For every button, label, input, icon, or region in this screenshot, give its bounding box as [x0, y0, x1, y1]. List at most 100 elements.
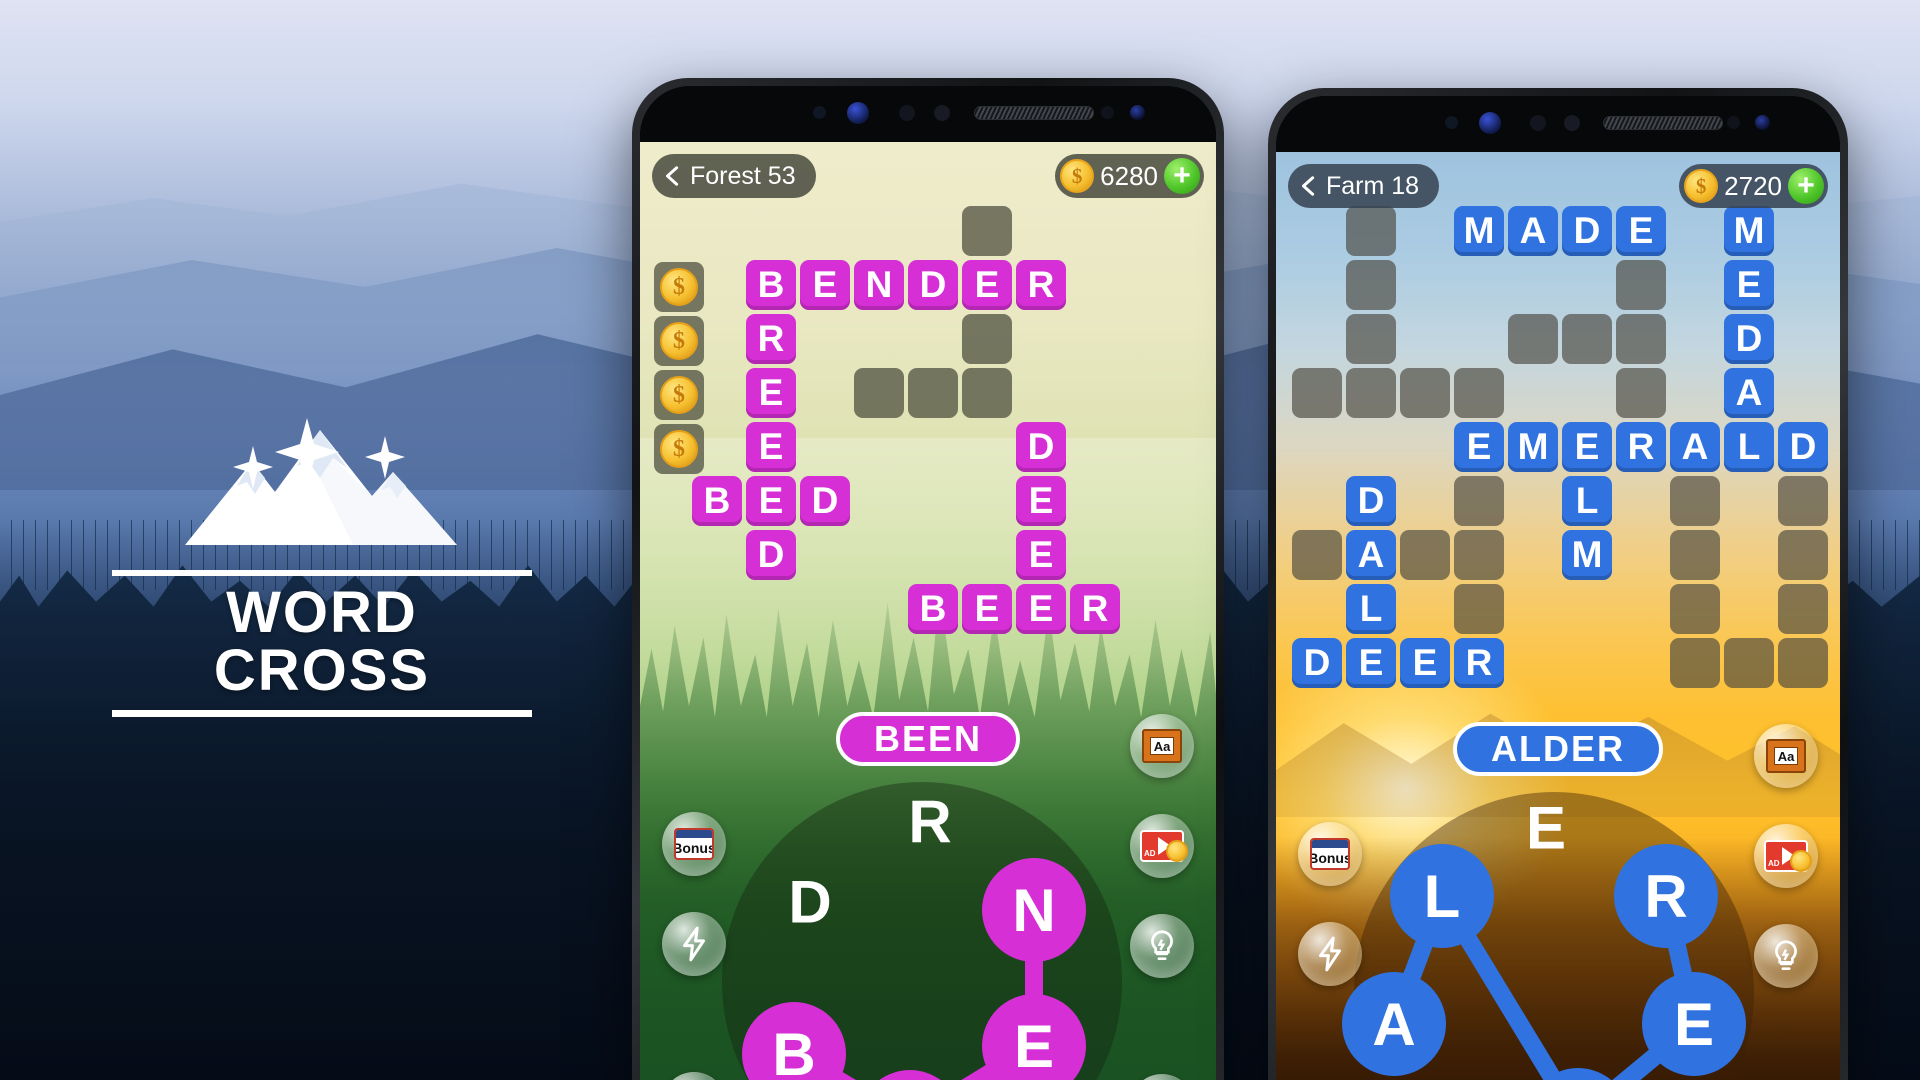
grid-cell-letter: E [746, 422, 796, 472]
hint-bulb-button[interactable] [1754, 924, 1818, 988]
coin-count: 2720 [1724, 170, 1782, 201]
dictionary-button[interactable]: Aa [1754, 724, 1818, 788]
grid-cell-empty[interactable] [1400, 530, 1450, 580]
crossword-grid-farm[interactable]: MADEMEDAEMERALDDLAMLDEER [1292, 206, 1832, 692]
phone-device-farm: Farm 18 $ 2720 + MADEMEDAEMERALDDLAMLDEE… [1268, 88, 1848, 1080]
grid-cell-empty[interactable] [1454, 584, 1504, 634]
grid-cell-empty[interactable] [962, 368, 1012, 418]
grid-cell-blank [1778, 368, 1828, 418]
grid-cell-empty[interactable] [1616, 260, 1666, 310]
grid-cell-blank [800, 368, 850, 418]
bonus-button[interactable]: Bonus [1298, 822, 1362, 886]
grid-cell-empty[interactable] [1454, 476, 1504, 526]
grid-cell-blank [1724, 530, 1774, 580]
logo-title: WORD CROSS [213, 580, 431, 703]
grid-cell-empty[interactable] [1778, 476, 1828, 526]
grid-row: EMERALD [1292, 422, 1832, 472]
grid-row: BENDER [692, 260, 1124, 310]
coin-icon [1166, 840, 1188, 862]
grid-cell-empty[interactable] [1292, 368, 1342, 418]
grid-cell-empty[interactable] [1778, 638, 1828, 688]
watch-ad-button[interactable]: AD [1754, 824, 1818, 888]
wheel-letter[interactable]: A [1342, 972, 1446, 1076]
hint-bulb-button[interactable] [1130, 914, 1194, 978]
wheel-letter[interactable]: E [1642, 972, 1746, 1076]
grid-cell-empty[interactable] [1346, 314, 1396, 364]
grid-cell-empty[interactable] [854, 368, 904, 418]
grid-cell-letter: D [1292, 638, 1342, 688]
grid-cell-blank [1562, 584, 1612, 634]
grid-cell-empty[interactable] [1508, 314, 1558, 364]
grid-cell-empty[interactable] [1778, 584, 1828, 634]
bonus-icon: Bonus [674, 828, 714, 860]
dictionary-label: Aa [1774, 747, 1798, 765]
letter-wheel-farm[interactable]: ELRAEED [1342, 792, 1754, 1080]
grid-cell-empty[interactable] [1670, 584, 1720, 634]
level-label: Farm 18 [1326, 171, 1420, 200]
grid-cell-letter: E [746, 368, 796, 418]
sensor-icon [1529, 115, 1546, 131]
grid-cell-empty[interactable] [962, 314, 1012, 364]
grid-cell-empty[interactable] [1724, 638, 1774, 688]
brand-logo: WORD CROSS [112, 400, 532, 717]
wheel-letter[interactable]: R [1614, 844, 1718, 948]
back-button[interactable]: Farm 18 [1288, 164, 1440, 208]
grid-cell-empty[interactable] [1616, 368, 1666, 418]
grid-cell-empty[interactable] [1616, 314, 1666, 364]
grid-cell-empty[interactable] [1400, 368, 1450, 418]
grid-cell-blank [1016, 368, 1066, 418]
grid-cell-empty[interactable] [1346, 260, 1396, 310]
grid-cell-empty[interactable] [1454, 368, 1504, 418]
grid-cell-letter: D [800, 476, 850, 526]
add-coins-button[interactable]: + [1164, 158, 1200, 194]
wheel-letter[interactable]: E [1526, 794, 1566, 863]
grid-cell-blank [1778, 260, 1828, 310]
grid-cell-blank [1454, 314, 1504, 364]
grid-cell-letter: R [1016, 260, 1066, 310]
coin-counter[interactable]: $ 2720 + [1679, 164, 1828, 208]
watch-ad-button[interactable]: AD [1130, 814, 1194, 878]
grid-cell-blank [1400, 422, 1450, 472]
back-button[interactable]: Forest 53 [652, 154, 816, 198]
wheel-letter[interactable]: D [788, 868, 831, 937]
grid-cell-letter: E [1016, 584, 1066, 634]
grid-cell-empty[interactable] [908, 368, 958, 418]
grid-cell-empty[interactable] [1346, 368, 1396, 418]
grid-cell-blank [854, 476, 904, 526]
crossword-grid-forest[interactable]: BENDERREEDBEDEDEBEER [692, 206, 1124, 638]
grid-cell-empty[interactable] [1292, 530, 1342, 580]
grid-cell-empty[interactable] [1670, 638, 1720, 688]
grid-cell-letter: L [1724, 422, 1774, 472]
grid-cell-letter: D [1724, 314, 1774, 364]
grid-cell-blank [1070, 260, 1120, 310]
grid-cell-empty[interactable] [1778, 530, 1828, 580]
coin-counter[interactable]: $ 6280 + [1055, 154, 1204, 198]
lightning-button[interactable] [1298, 922, 1362, 986]
letter-wheel-forest[interactable]: DRNBEE [722, 782, 1122, 1080]
grid-cell-empty[interactable] [962, 206, 1012, 256]
dictionary-button[interactable]: Aa [1130, 714, 1194, 778]
wheel-letter[interactable]: R [908, 788, 951, 857]
lightbulb-icon [1775, 940, 1797, 971]
grid-cell-empty[interactable] [1670, 530, 1720, 580]
sensor-icon [812, 106, 826, 119]
grid-cell-empty[interactable] [1454, 530, 1504, 580]
grid-cell-blank [1616, 584, 1666, 634]
grid-cell-blank [1070, 206, 1120, 256]
wheel-letter[interactable]: L [1390, 844, 1494, 948]
grid-cell-blank [1070, 476, 1120, 526]
sensor-icon [1445, 116, 1459, 129]
add-coins-button[interactable]: + [1788, 168, 1824, 204]
grid-cell-blank [1508, 476, 1558, 526]
lightning-button[interactable] [662, 912, 726, 976]
grid-cell-blank [1292, 422, 1342, 472]
grid-cell-empty[interactable] [1670, 476, 1720, 526]
wheel-letter[interactable]: N [982, 858, 1086, 962]
grid-cell-empty[interactable] [1562, 314, 1612, 364]
grid-cell-blank [1016, 206, 1066, 256]
grid-cell-blank [1070, 422, 1120, 472]
grid-row: A [1292, 368, 1832, 418]
bonus-button[interactable]: Bonus [662, 812, 726, 876]
grid-row: BEDE [692, 476, 1124, 526]
grid-cell-letter: D [1346, 476, 1396, 526]
